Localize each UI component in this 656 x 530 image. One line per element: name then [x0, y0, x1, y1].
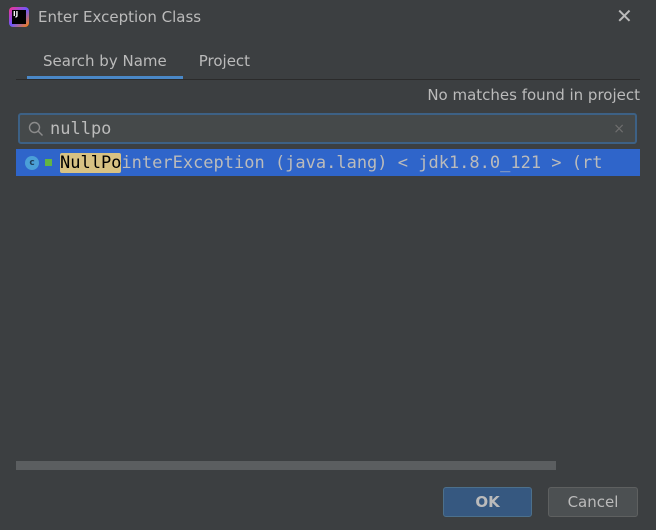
result-item[interactable]: c NullPointerException (java.lang) < jdk… — [16, 149, 640, 176]
divider — [16, 79, 640, 80]
dialog-title: Enter Exception Class — [38, 8, 202, 26]
close-icon[interactable]: ✕ — [616, 4, 633, 28]
result-rest: interException (java.lang) < jdk1.8.0_12… — [121, 152, 603, 173]
result-text: NullPointerException (java.lang) < jdk1.… — [60, 152, 603, 173]
horizontal-scrollbar[interactable] — [16, 461, 556, 470]
search-input[interactable] — [48, 117, 614, 140]
cancel-button[interactable]: Cancel — [548, 487, 638, 517]
match-highlight: NullPo — [60, 152, 122, 173]
visibility-icon — [45, 159, 52, 166]
intellij-logo-icon: IJ — [9, 7, 29, 27]
search-icon — [28, 121, 43, 136]
search-field[interactable]: × — [18, 113, 637, 144]
tab-project[interactable]: Project — [183, 52, 266, 79]
tab-search-by-name[interactable]: Search by Name — [27, 52, 183, 79]
clear-icon[interactable]: × — [613, 121, 625, 137]
status-text: No matches found in project — [427, 86, 640, 104]
tab-bar: Search by Name Project — [27, 52, 266, 79]
ok-button[interactable]: OK — [443, 487, 532, 517]
logo-text: IJ — [12, 10, 26, 24]
class-icon: c — [25, 155, 39, 170]
